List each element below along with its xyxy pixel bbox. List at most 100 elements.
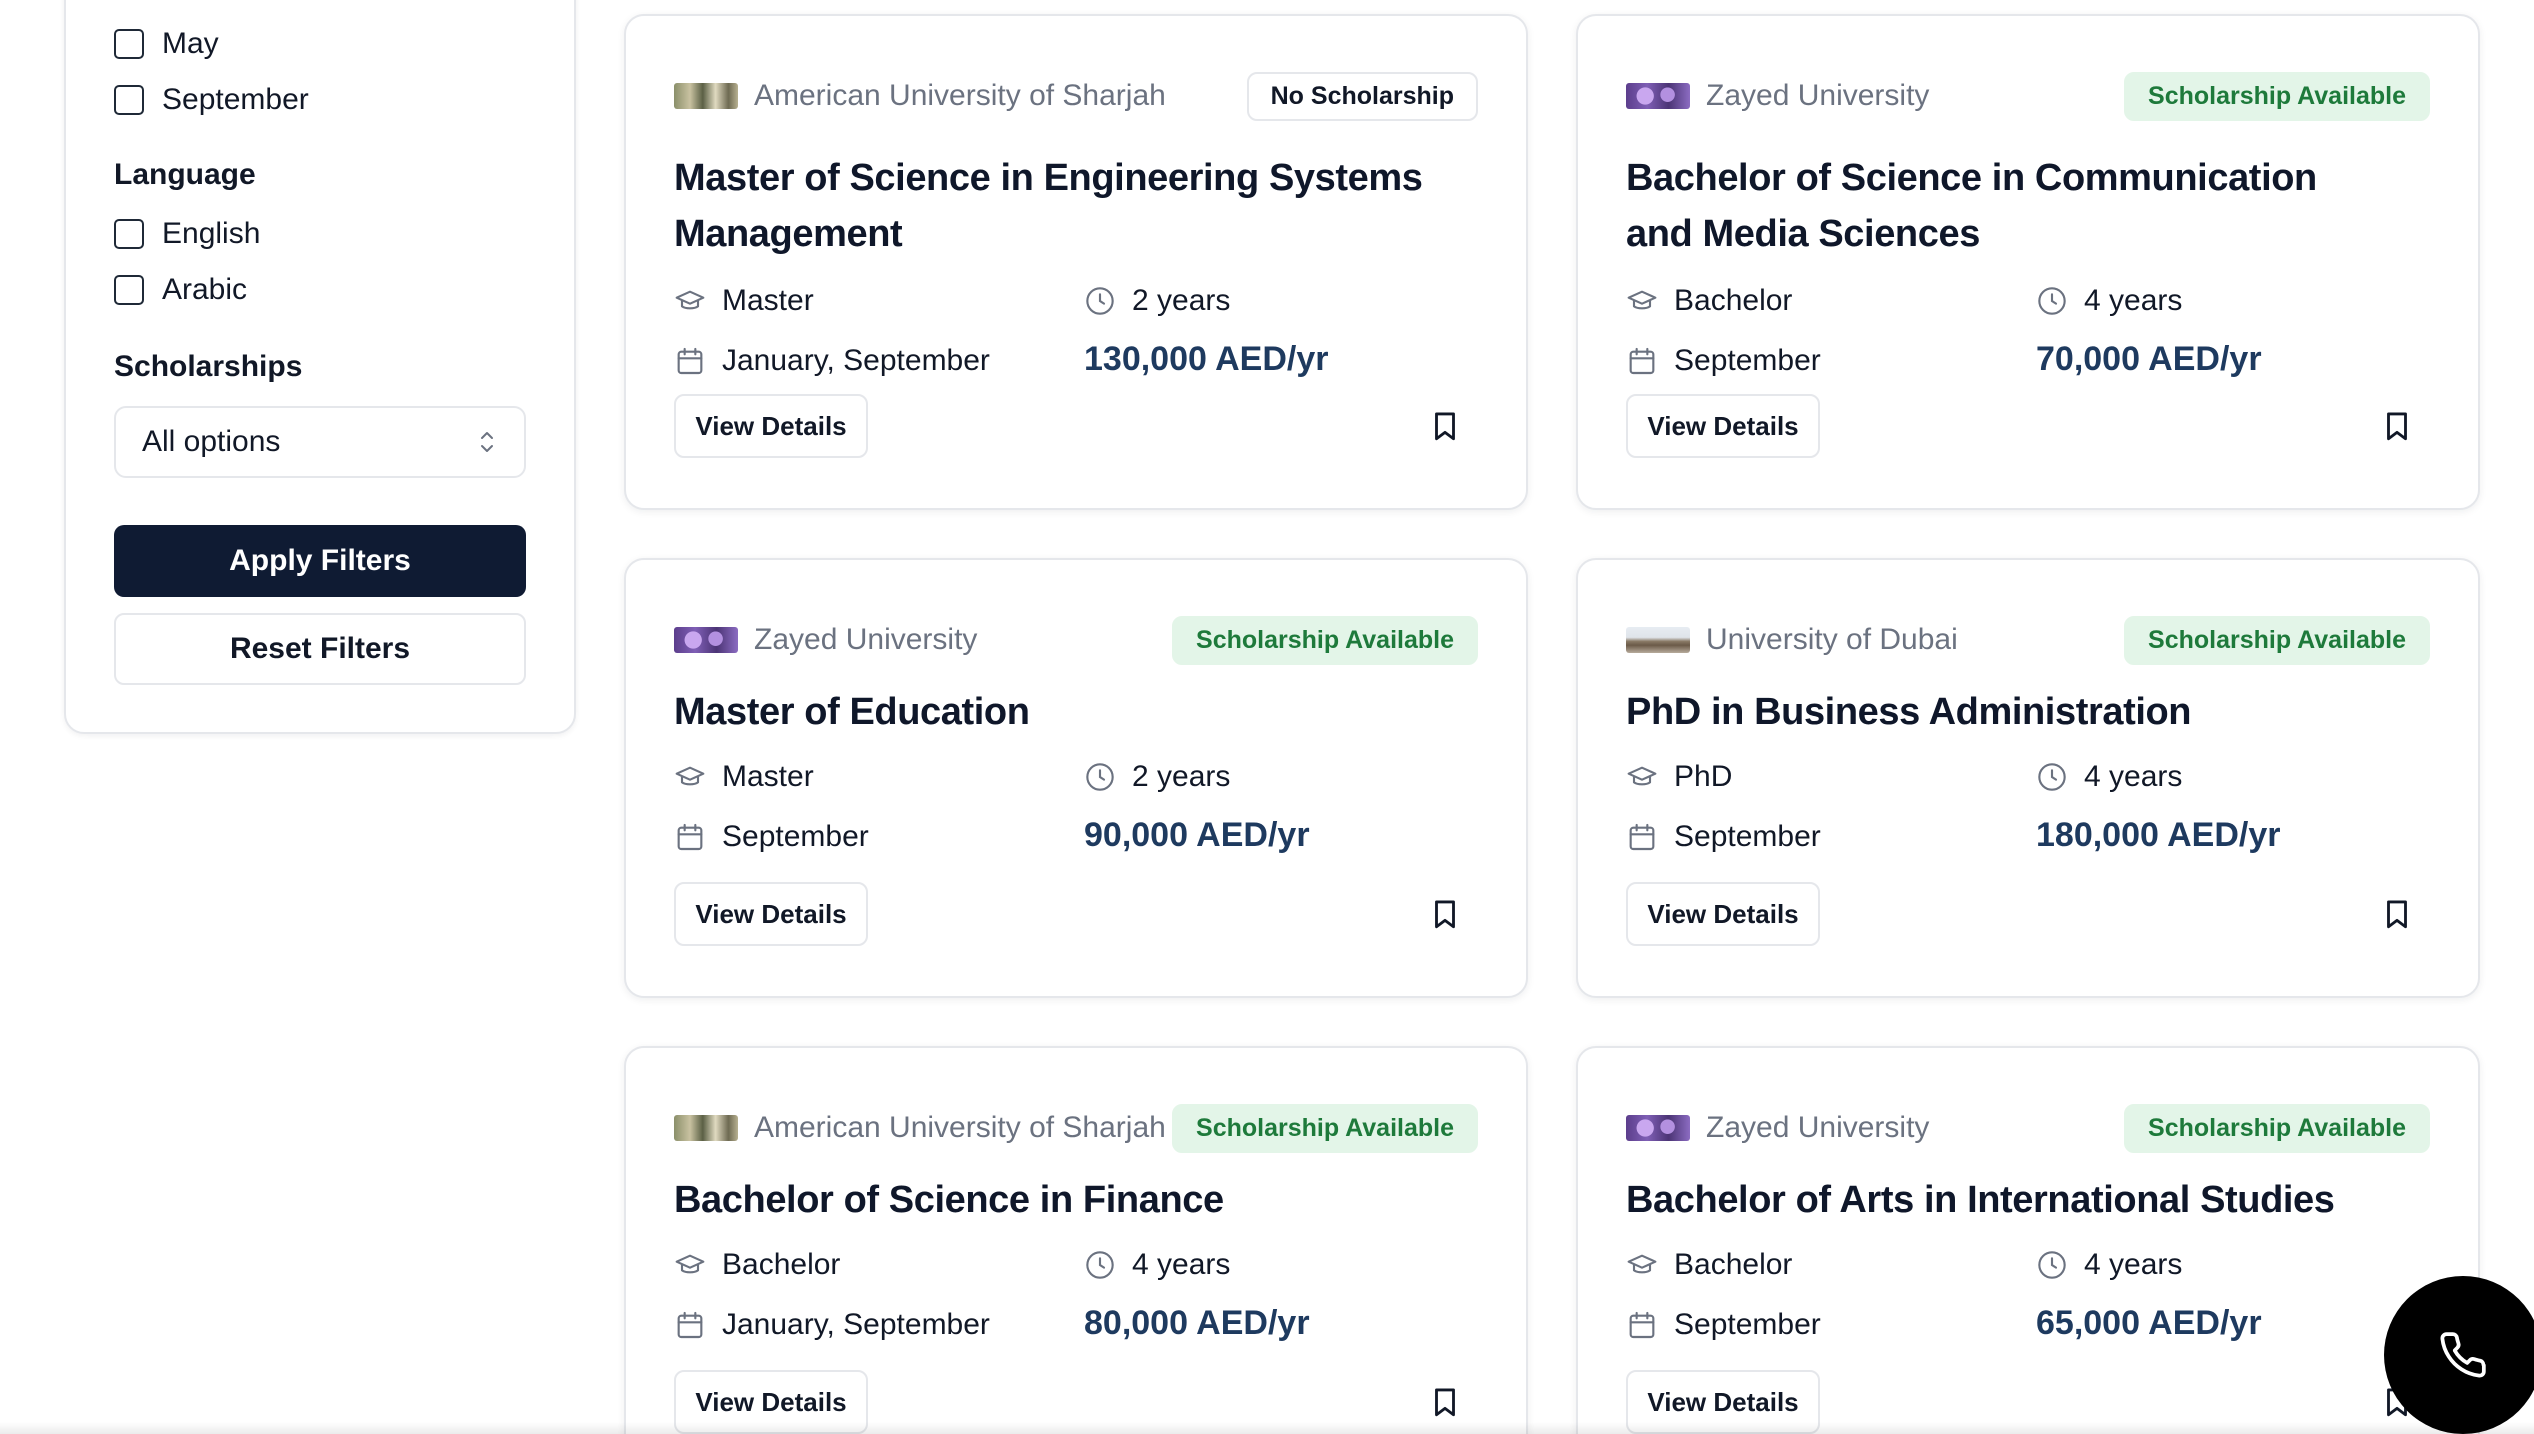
program-intake-text: January, September	[722, 1308, 990, 1341]
program-intake: January, September	[674, 1308, 990, 1342]
program-card: University of Dubai Scholarship Available…	[1576, 558, 2480, 998]
checkbox[interactable]	[114, 275, 144, 305]
university-logo	[674, 83, 738, 109]
program-duration-text: 4 years	[2084, 1248, 2183, 1281]
bookmark-icon[interactable]	[1428, 1384, 1462, 1420]
program-level-text: Bachelor	[1674, 284, 1793, 317]
scholarship-badge: Scholarship Available	[1172, 615, 1478, 665]
card-header: Zayed University Scholarship Available	[1626, 1103, 2430, 1153]
graduation-cap-icon	[675, 1254, 705, 1274]
program-duration: 4 years	[1084, 1248, 1230, 1282]
filter-intake-september[interactable]: September	[114, 80, 309, 120]
program-intake-text: September	[1674, 820, 1821, 853]
scholarships-select[interactable]: All options	[114, 406, 526, 478]
clock-icon	[2038, 763, 2066, 791]
program-title[interactable]: Bachelor of Science in Finance	[674, 1172, 1436, 1228]
filter-language-english[interactable]: English	[114, 214, 260, 254]
program-card: Zayed University Scholarship Available Mas…	[624, 558, 1528, 998]
program-card: Zayed University Scholarship Available Bac…	[1576, 14, 2480, 510]
program-card: Zayed University Scholarship Available Bac…	[1576, 1046, 2480, 1434]
scholarship-badge: Scholarship Available	[2124, 71, 2430, 121]
program-title[interactable]: Bachelor of Arts in International Studie…	[1626, 1172, 2388, 1228]
program-level: Master	[674, 760, 814, 794]
checkbox-label: English	[162, 217, 261, 250]
scholarship-badge: Scholarship Available	[2124, 615, 2430, 665]
university-name: Zayed University	[754, 623, 978, 656]
calendar-icon	[677, 347, 703, 375]
graduation-cap-icon	[1627, 766, 1657, 786]
program-level: Bachelor	[1626, 1248, 1792, 1282]
program-title[interactable]: PhD in Business Administration	[1626, 684, 2388, 740]
call-button[interactable]	[2384, 1276, 2534, 1434]
filter-language-arabic[interactable]: Arabic	[114, 270, 247, 310]
bookmark-icon[interactable]	[2380, 408, 2414, 444]
program-duration: 4 years	[2036, 1248, 2182, 1282]
program-tuition: 90,000 AED/yr	[1084, 816, 1310, 854]
clock-icon	[1086, 1251, 1114, 1279]
university-logo	[1626, 1115, 1690, 1141]
program-level: Master	[674, 284, 814, 318]
program-duration: 4 years	[2036, 284, 2182, 318]
calendar-icon	[1629, 347, 1655, 375]
scholarship-badge: Scholarship Available	[2124, 1103, 2430, 1153]
university-name: University of Dubai	[1706, 623, 1958, 656]
program-level-text: Master	[722, 760, 814, 793]
view-details-button[interactable]: View Details	[674, 882, 868, 946]
filters-panel: May September Language English Arabic Sc…	[64, 0, 576, 734]
checkbox[interactable]	[114, 219, 144, 249]
scholarships-section-title: Scholarships	[114, 350, 303, 383]
program-intake-text: September	[1674, 1308, 1821, 1341]
university-name: Zayed University	[1706, 79, 1930, 112]
checkbox-label: May	[162, 27, 219, 60]
view-details-button[interactable]: View Details	[1626, 394, 1820, 458]
graduation-cap-icon	[1627, 1254, 1657, 1274]
select-value: All options	[142, 425, 281, 458]
program-level: Bachelor	[674, 1248, 840, 1282]
page: May September Language English Arabic Sc…	[0, 0, 2534, 1434]
apply-filters-button[interactable]: Apply Filters	[114, 525, 526, 597]
chevrons-up-down-icon	[481, 432, 493, 452]
clock-icon	[2038, 1251, 2066, 1279]
filter-intake-may[interactable]: May	[114, 24, 219, 64]
phone-icon	[2440, 1332, 2486, 1378]
checkbox-label: Arabic	[162, 273, 248, 306]
program-tuition: 70,000 AED/yr	[2036, 340, 2262, 378]
card-header: University of Dubai Scholarship Available	[1626, 615, 2430, 665]
program-intake: September	[674, 820, 869, 854]
checkbox-label: September	[162, 83, 309, 116]
language-section-title: Language	[114, 158, 256, 191]
clock-icon	[2038, 287, 2066, 315]
calendar-icon	[1629, 1311, 1655, 1339]
card-header: American University of Sharjah No Scholar…	[674, 71, 1478, 121]
program-duration-text: 2 years	[1132, 284, 1231, 317]
view-details-button[interactable]: View Details	[674, 394, 868, 458]
calendar-icon	[1629, 823, 1655, 851]
card-header: Zayed University Scholarship Available	[1626, 71, 2430, 121]
checkbox[interactable]	[114, 85, 144, 115]
program-tuition: 130,000 AED/yr	[1084, 340, 1329, 378]
bookmark-icon[interactable]	[1428, 896, 1462, 932]
program-tuition: 80,000 AED/yr	[1084, 1304, 1310, 1342]
university-name: American University of Sharjah	[754, 1111, 1166, 1144]
scroll-shadow	[0, 1422, 2534, 1434]
bookmark-icon[interactable]	[1428, 408, 1462, 444]
university-logo	[674, 1115, 738, 1141]
program-title[interactable]: Master of Education	[674, 684, 1436, 740]
reset-filters-button[interactable]: Reset Filters	[114, 613, 526, 685]
view-details-button[interactable]: View Details	[1626, 882, 1820, 946]
program-duration-text: 2 years	[1132, 760, 1231, 793]
program-title[interactable]: Bachelor of Science in Communication and…	[1626, 150, 2388, 262]
checkbox[interactable]	[114, 29, 144, 59]
scholarship-badge: Scholarship Available	[1172, 1103, 1478, 1153]
program-tuition: 65,000 AED/yr	[2036, 1304, 2262, 1342]
program-level-text: Bachelor	[722, 1248, 841, 1281]
program-card: American University of Sharjah Scholarshi…	[624, 1046, 1528, 1434]
scholarship-badge: No Scholarship	[1246, 71, 1478, 121]
program-title[interactable]: Master of Science in Engineering Systems…	[674, 150, 1436, 262]
bookmark-icon[interactable]	[2380, 896, 2414, 932]
program-level-text: PhD	[1674, 760, 1733, 793]
program-level-text: Bachelor	[1674, 1248, 1793, 1281]
program-intake: January, September	[674, 344, 990, 378]
clock-icon	[1086, 287, 1114, 315]
university-name: American University of Sharjah	[754, 79, 1166, 112]
